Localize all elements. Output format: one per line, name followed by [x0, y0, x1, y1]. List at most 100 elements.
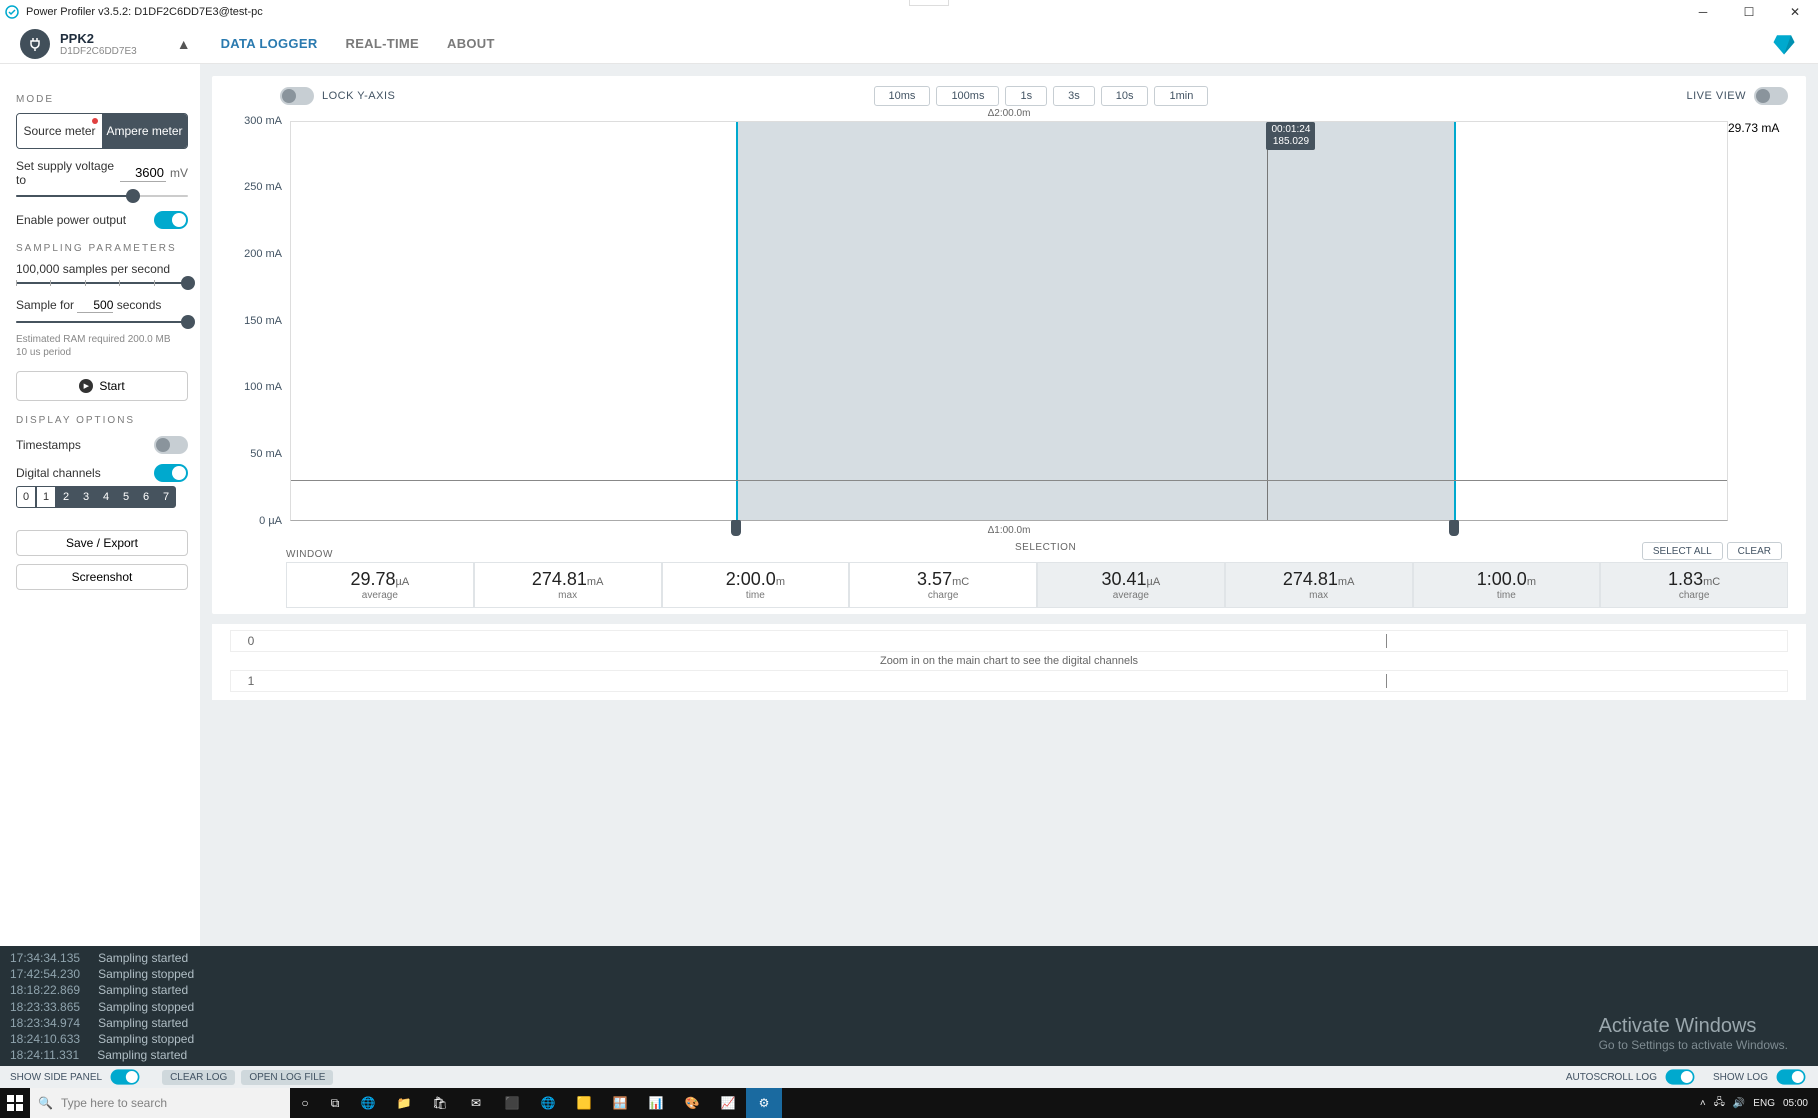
selection-end-handle[interactable] — [1449, 520, 1459, 536]
log-panel: 17:34:34.135Sampling started17:42:54.230… — [0, 946, 1818, 1066]
log-timestamp: 18:23:33.865 — [10, 999, 80, 1015]
channel-btn-1[interactable]: 1 — [36, 486, 56, 508]
start-button[interactable]: ▶ Start — [16, 371, 188, 401]
tab-real-time[interactable]: REAL-TIME — [346, 36, 419, 51]
close-button[interactable]: ✕ — [1772, 0, 1818, 24]
baseline-line — [291, 480, 1727, 481]
tray-sound-icon[interactable]: 🔊 — [1733, 1098, 1745, 1109]
autoscroll-log-toggle[interactable] — [1666, 1069, 1695, 1084]
digital-channels-toggle[interactable] — [154, 464, 188, 482]
channel-btn-0[interactable]: 0 — [16, 486, 36, 508]
channel-btn-5[interactable]: 5 — [116, 486, 136, 508]
win-max: 274.81mAmax — [474, 562, 662, 608]
tab-about[interactable]: ABOUT — [447, 36, 495, 51]
sample-for-unit: seconds — [117, 298, 162, 312]
selection-start-handle[interactable] — [731, 520, 741, 536]
digital-row-0: 0 — [230, 630, 1788, 652]
taskbar-app-11[interactable]: 📈 — [710, 1088, 746, 1118]
zoom-10ms[interactable]: 10ms — [874, 86, 931, 106]
tray-time[interactable]: 05:00 — [1783, 1098, 1808, 1109]
zoom-1s[interactable]: 1s — [1005, 86, 1047, 106]
taskbar-search[interactable]: 🔍Type here to search — [30, 1088, 290, 1118]
taskbar-app-1[interactable]: 🌐 — [350, 1088, 386, 1118]
baseline-badge: 29.73 mA — [1728, 121, 1788, 135]
sample-for-slider[interactable] — [16, 317, 188, 327]
tab-data-logger[interactable]: DATA LOGGER — [221, 36, 318, 51]
taskbar-app-9[interactable]: 📊 — [638, 1088, 674, 1118]
maximize-button[interactable]: ☐ — [1726, 0, 1772, 24]
channel-btn-3[interactable]: 3 — [76, 486, 96, 508]
ram-line2: 10 us period — [16, 346, 188, 359]
sample-rate-label: 100,000 samples per second — [16, 262, 188, 276]
device-id: D1DF2C6DD7E3 — [60, 46, 137, 57]
open-log-file-button[interactable]: OPEN LOG FILE — [241, 1070, 333, 1085]
log-message: Sampling started — [98, 1015, 188, 1031]
taskbar-app-7[interactable]: 🟨 — [566, 1088, 602, 1118]
select-all-button[interactable]: SELECT ALL — [1642, 542, 1723, 560]
channel-btn-6[interactable]: 6 — [136, 486, 156, 508]
taskbar-app-2[interactable]: 📁 — [386, 1088, 422, 1118]
start-button-win[interactable] — [0, 1088, 30, 1118]
zoom-3s[interactable]: 3s — [1053, 86, 1095, 106]
log-message: Sampling stopped — [98, 1031, 194, 1047]
show-log-toggle[interactable] — [1777, 1069, 1806, 1084]
minimize-button[interactable]: ─ — [1680, 0, 1726, 24]
log-timestamp: 17:34:34.135 — [10, 950, 80, 966]
task-view-icon[interactable]: ⧉ — [320, 1088, 350, 1118]
selection-end-marker[interactable] — [1454, 122, 1456, 534]
clear-log-button[interactable]: CLEAR LOG — [162, 1070, 235, 1085]
win-avg: 29.78µAaverage — [286, 562, 474, 608]
sel-charge: 1.83mCcharge — [1600, 562, 1788, 608]
display-header: DISPLAY OPTIONS — [16, 415, 188, 426]
taskbar-app-4[interactable]: ✉ — [458, 1088, 494, 1118]
channel-btn-4[interactable]: 4 — [96, 486, 116, 508]
sel-avg: 30.41µAaverage — [1037, 562, 1225, 608]
mode-ampere-meter[interactable]: Ampere meter — [102, 114, 187, 148]
tray-network-icon[interactable]: 🖧 — [1714, 1095, 1725, 1112]
zoom-1min[interactable]: 1min — [1154, 86, 1208, 106]
selection-region — [736, 122, 1454, 520]
supply-voltage-input[interactable] — [120, 164, 166, 182]
timestamps-toggle[interactable] — [154, 436, 188, 454]
mode-source-meter[interactable]: Source meter — [17, 114, 102, 148]
taskbar-app-10[interactable]: 🎨 — [674, 1088, 710, 1118]
tray-chevron-icon[interactable]: ˄ — [1700, 1098, 1706, 1109]
taskbar-app-3[interactable]: 🛍 — [422, 1088, 458, 1118]
channel-btn-2[interactable]: 2 — [56, 486, 76, 508]
lock-y-axis-toggle[interactable] — [280, 87, 314, 105]
show-side-panel-toggle[interactable] — [111, 1069, 140, 1084]
sample-rate-slider[interactable] — [16, 278, 188, 288]
enable-power-label: Enable power output — [16, 213, 126, 227]
sample-for-input[interactable] — [77, 298, 113, 313]
taskbar-app-8[interactable]: 🪟 — [602, 1088, 638, 1118]
delta-top: Δ2:00.0m — [230, 108, 1788, 119]
enable-power-toggle[interactable] — [154, 211, 188, 229]
eject-icon[interactable]: ▲ — [177, 36, 191, 52]
supply-voltage-slider[interactable] — [16, 191, 188, 201]
selection-start-marker[interactable] — [736, 122, 738, 534]
live-view-label: LIVE VIEW — [1686, 90, 1746, 102]
taskbar-app-active[interactable]: ⚙ — [746, 1088, 782, 1118]
mode-indicator-dot — [92, 118, 98, 124]
tray-lang[interactable]: ENG — [1753, 1098, 1775, 1109]
taskbar-app-5[interactable]: ⬛ — [494, 1088, 530, 1118]
digital-hint: Zoom in on the main chart to see the dig… — [230, 652, 1788, 670]
zoom-10s[interactable]: 10s — [1101, 86, 1149, 106]
cortana-icon[interactable]: ○ — [290, 1088, 320, 1118]
sel-time: 1:00.0mtime — [1413, 562, 1601, 608]
zoom-100ms[interactable]: 100ms — [936, 86, 999, 106]
taskbar-app-6[interactable]: 🌐 — [530, 1088, 566, 1118]
log-message: Sampling stopped — [98, 999, 194, 1015]
screenshot-button[interactable]: Screenshot — [16, 564, 188, 590]
channel-btn-7[interactable]: 7 — [156, 486, 176, 508]
chart-plot[interactable]: 00:01:24185.029 — [290, 121, 1728, 521]
search-icon: 🔍 — [38, 1096, 53, 1110]
save-export-button[interactable]: Save / Export — [16, 530, 188, 556]
clear-selection-button[interactable]: CLEAR — [1727, 542, 1782, 560]
mode-header: MODE — [16, 94, 188, 105]
live-view-toggle[interactable] — [1754, 87, 1788, 105]
supply-voltage-unit: mV — [170, 166, 188, 180]
sampling-header: SAMPLING PARAMETERS — [16, 243, 188, 254]
log-message: Sampling started — [97, 1047, 187, 1063]
cursor-line[interactable] — [1267, 122, 1268, 520]
